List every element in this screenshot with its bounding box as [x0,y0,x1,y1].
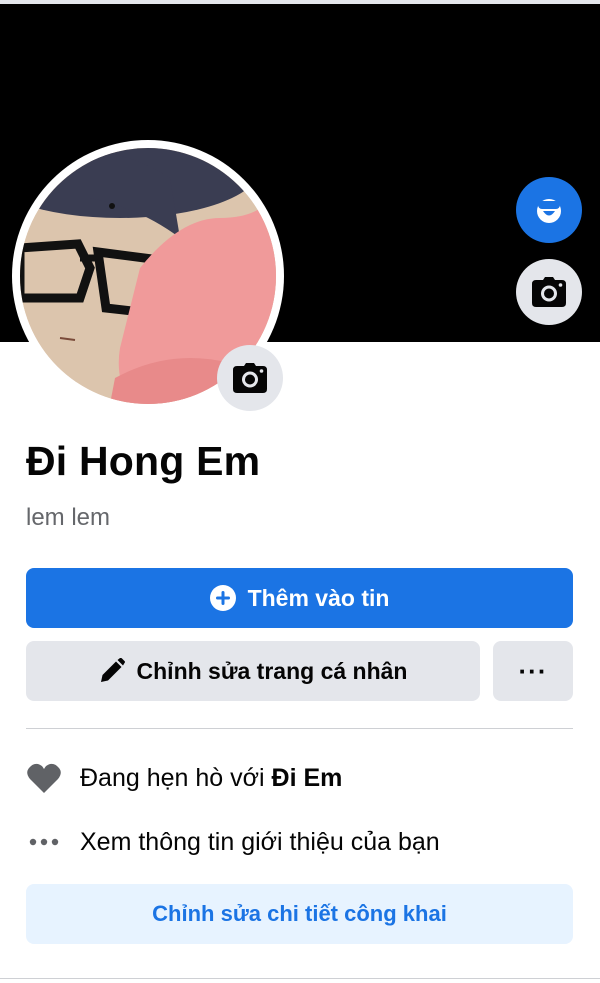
more-dots-icon [26,838,62,846]
add-to-story-label: Thêm vào tin [247,584,390,611]
pencil-icon [99,658,125,684]
relationship-partner[interactable]: Đi Em [272,764,343,792]
plus-circle-icon [209,585,236,611]
profile-bio: lem lem [26,504,111,531]
edit-public-details-label: Chỉnh sửa chi tiết công khai [152,901,447,926]
avatar-button[interactable] [516,177,582,243]
edit-public-details-button[interactable]: Chỉnh sửa chi tiết công khai [26,884,573,944]
more-dots-icon: ··· [518,656,548,686]
camera-icon [233,363,267,393]
add-to-story-button[interactable]: Thêm vào tin [26,568,573,628]
more-options-button[interactable]: ··· [493,641,573,701]
edit-profile-label: Chỉnh sửa trang cá nhân [136,657,408,684]
heart-icon [26,763,62,793]
camera-icon [532,277,566,307]
relationship-prefix: Đang hẹn hò với [80,763,272,792]
avatar-icon [537,199,561,223]
section-divider [26,728,573,729]
about-row[interactable]: Xem thông tin giới thiệu của bạn [26,824,573,860]
profile-name: Đi Hong Em [26,438,261,484]
bottom-divider [0,978,600,979]
relationship-text: Đang hẹn hò với Đi Em [80,764,342,793]
cover-camera-button[interactable] [516,259,582,325]
about-label: Xem thông tin giới thiệu của bạn [80,827,440,856]
edit-profile-button[interactable]: Chỉnh sửa trang cá nhân [26,641,480,701]
relationship-row[interactable]: Đang hẹn hò với Đi Em [26,760,573,796]
profile-camera-button[interactable] [217,345,283,411]
